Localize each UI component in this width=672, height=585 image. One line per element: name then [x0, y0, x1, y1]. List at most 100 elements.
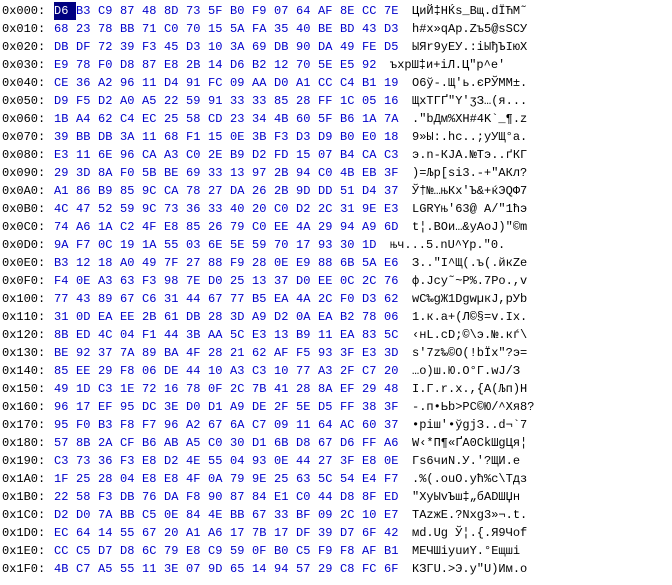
hex-byte[interactable]: 4B [340, 164, 362, 182]
hex-byte[interactable]: 2B [274, 182, 296, 200]
hex-byte[interactable]: 36 [98, 452, 120, 470]
hex-byte[interactable]: FF [318, 92, 340, 110]
hex-byte[interactable]: AF [274, 344, 296, 362]
hex-byte[interactable]: 6F [362, 524, 384, 542]
hex-byte[interactable]: F3 [142, 272, 164, 290]
hex-byte[interactable]: 96 [120, 74, 142, 92]
hex-byte[interactable]: A6 [384, 434, 406, 452]
hex-byte[interactable]: 26 [252, 182, 274, 200]
hex-byte[interactable]: 73 [76, 452, 98, 470]
hex-byte[interactable]: 28 [296, 92, 318, 110]
hex-byte[interactable]: 77 [54, 290, 76, 308]
hex-byte[interactable]: 9A [54, 236, 76, 254]
hex-byte[interactable]: EE [274, 218, 296, 236]
hex-byte[interactable]: 70 [186, 20, 208, 38]
hex-byte[interactable]: 5E [318, 56, 340, 74]
hex-byte[interactable]: E8 [186, 542, 208, 560]
hex-byte[interactable]: 3E [164, 560, 186, 578]
hex-bytes[interactable]: BE92377A89BA4F282162AFF5933FE33D [54, 344, 406, 362]
hex-byte[interactable]: 83 [362, 326, 384, 344]
hex-byte[interactable]: 44 [186, 290, 208, 308]
hex-byte[interactable]: AF [362, 542, 384, 560]
hex-byte[interactable]: 27 [318, 452, 340, 470]
hex-byte[interactable]: 0E [76, 272, 98, 290]
hex-byte[interactable]: 3A [120, 128, 142, 146]
hex-byte[interactable]: FA [252, 20, 274, 38]
hex-byte[interactable]: A5 [142, 92, 164, 110]
hex-byte[interactable]: 09 [274, 416, 296, 434]
hex-byte[interactable]: B3 [76, 2, 98, 20]
hex-byte[interactable]: ED [76, 326, 98, 344]
hex-byte[interactable]: 4A [296, 290, 318, 308]
hex-byte[interactable]: E3 [362, 344, 384, 362]
hex-byte[interactable]: 95 [54, 416, 76, 434]
hex-byte[interactable]: 92 [76, 344, 98, 362]
hex-byte[interactable]: 29 [54, 164, 76, 182]
hex-byte[interactable]: D2 [164, 452, 186, 470]
hex-byte[interactable]: E8 [164, 470, 186, 488]
hex-byte[interactable]: 9C [142, 182, 164, 200]
hex-byte[interactable]: 30 [230, 434, 252, 452]
hex-byte[interactable]: 93 [318, 344, 340, 362]
hex-byte[interactable]: F8 [340, 542, 362, 560]
hex-byte[interactable]: 17 [274, 524, 296, 542]
hex-byte[interactable]: A5 [186, 434, 208, 452]
hex-byte[interactable]: 90 [208, 488, 230, 506]
hex-byte[interactable]: F0 [76, 416, 98, 434]
hex-byte[interactable]: 58 [76, 488, 98, 506]
hex-byte[interactable]: C0 [208, 434, 230, 452]
hex-byte[interactable]: C3 [252, 362, 274, 380]
hex-byte[interactable]: 22 [164, 92, 186, 110]
hex-byte[interactable]: 2C [230, 380, 252, 398]
hex-byte[interactable]: 55 [120, 560, 142, 578]
hex-byte[interactable]: 25 [230, 272, 252, 290]
hex-byte[interactable]: D0 [274, 74, 296, 92]
hex-byte[interactable]: C0 [296, 488, 318, 506]
hex-byte[interactable]: 68 [54, 20, 76, 38]
hex-byte[interactable]: 84 [186, 506, 208, 524]
hex-byte[interactable]: F5 [76, 92, 98, 110]
hex-byte[interactable]: EF [340, 380, 362, 398]
hex-bytes[interactable]: 578B2ACFB6ABA5C030D16BD867D6FFA6 [54, 434, 406, 452]
hex-byte[interactable]: EA [274, 290, 296, 308]
hex-byte[interactable]: C5 [142, 506, 164, 524]
hex-byte[interactable]: 78 [76, 56, 98, 74]
hex-byte[interactable]: E7 [384, 506, 406, 524]
hex-byte[interactable]: BB [230, 506, 252, 524]
hex-byte[interactable]: 3D [76, 164, 98, 182]
hex-byte[interactable]: BB [120, 20, 142, 38]
hex-byte[interactable]: 8B [54, 326, 76, 344]
hex-byte[interactable]: 51 [340, 182, 362, 200]
hex-byte[interactable]: 3F [384, 164, 406, 182]
hex-byte[interactable]: D7 [340, 524, 362, 542]
hex-byte[interactable]: A3 [230, 362, 252, 380]
hex-byte[interactable]: 0A [208, 470, 230, 488]
hex-byte[interactable]: 6B [274, 434, 296, 452]
hex-byte[interactable]: 13 [274, 326, 296, 344]
hex-byte[interactable]: 39 [318, 524, 340, 542]
hex-byte[interactable]: 27 [186, 254, 208, 272]
hex-byte[interactable]: B6 [142, 434, 164, 452]
hex-byte[interactable]: BE [318, 20, 340, 38]
hex-byte[interactable]: F4 [54, 272, 76, 290]
hex-byte[interactable]: A6 [76, 218, 98, 236]
hex-byte[interactable]: 87 [120, 2, 142, 20]
hex-byte[interactable]: CC [318, 74, 340, 92]
hex-byte[interactable]: C0 [318, 164, 340, 182]
hex-byte[interactable]: 7A [98, 506, 120, 524]
hex-byte[interactable]: 3B [186, 326, 208, 344]
hex-byte[interactable]: 67 [208, 290, 230, 308]
hex-byte[interactable]: E8 [164, 56, 186, 74]
hex-byte[interactable]: 64 [318, 416, 340, 434]
hex-byte[interactable]: D1 [252, 434, 274, 452]
hex-bytes[interactable]: 4C4752599C7336334020C0D22C319EE3 [54, 200, 406, 218]
hex-byte[interactable]: 28 [208, 344, 230, 362]
hex-byte[interactable]: 20 [252, 200, 274, 218]
hex-byte[interactable]: 25 [274, 470, 296, 488]
hex-byte[interactable]: BE [164, 164, 186, 182]
hex-byte[interactable]: 45 [164, 38, 186, 56]
hex-byte[interactable]: 4E [208, 506, 230, 524]
hex-byte[interactable]: 4F [142, 218, 164, 236]
hex-bytes[interactable]: 85EE29F806DE4410A3C31077A32FC720 [54, 362, 406, 380]
hex-byte[interactable]: 07 [186, 560, 208, 578]
